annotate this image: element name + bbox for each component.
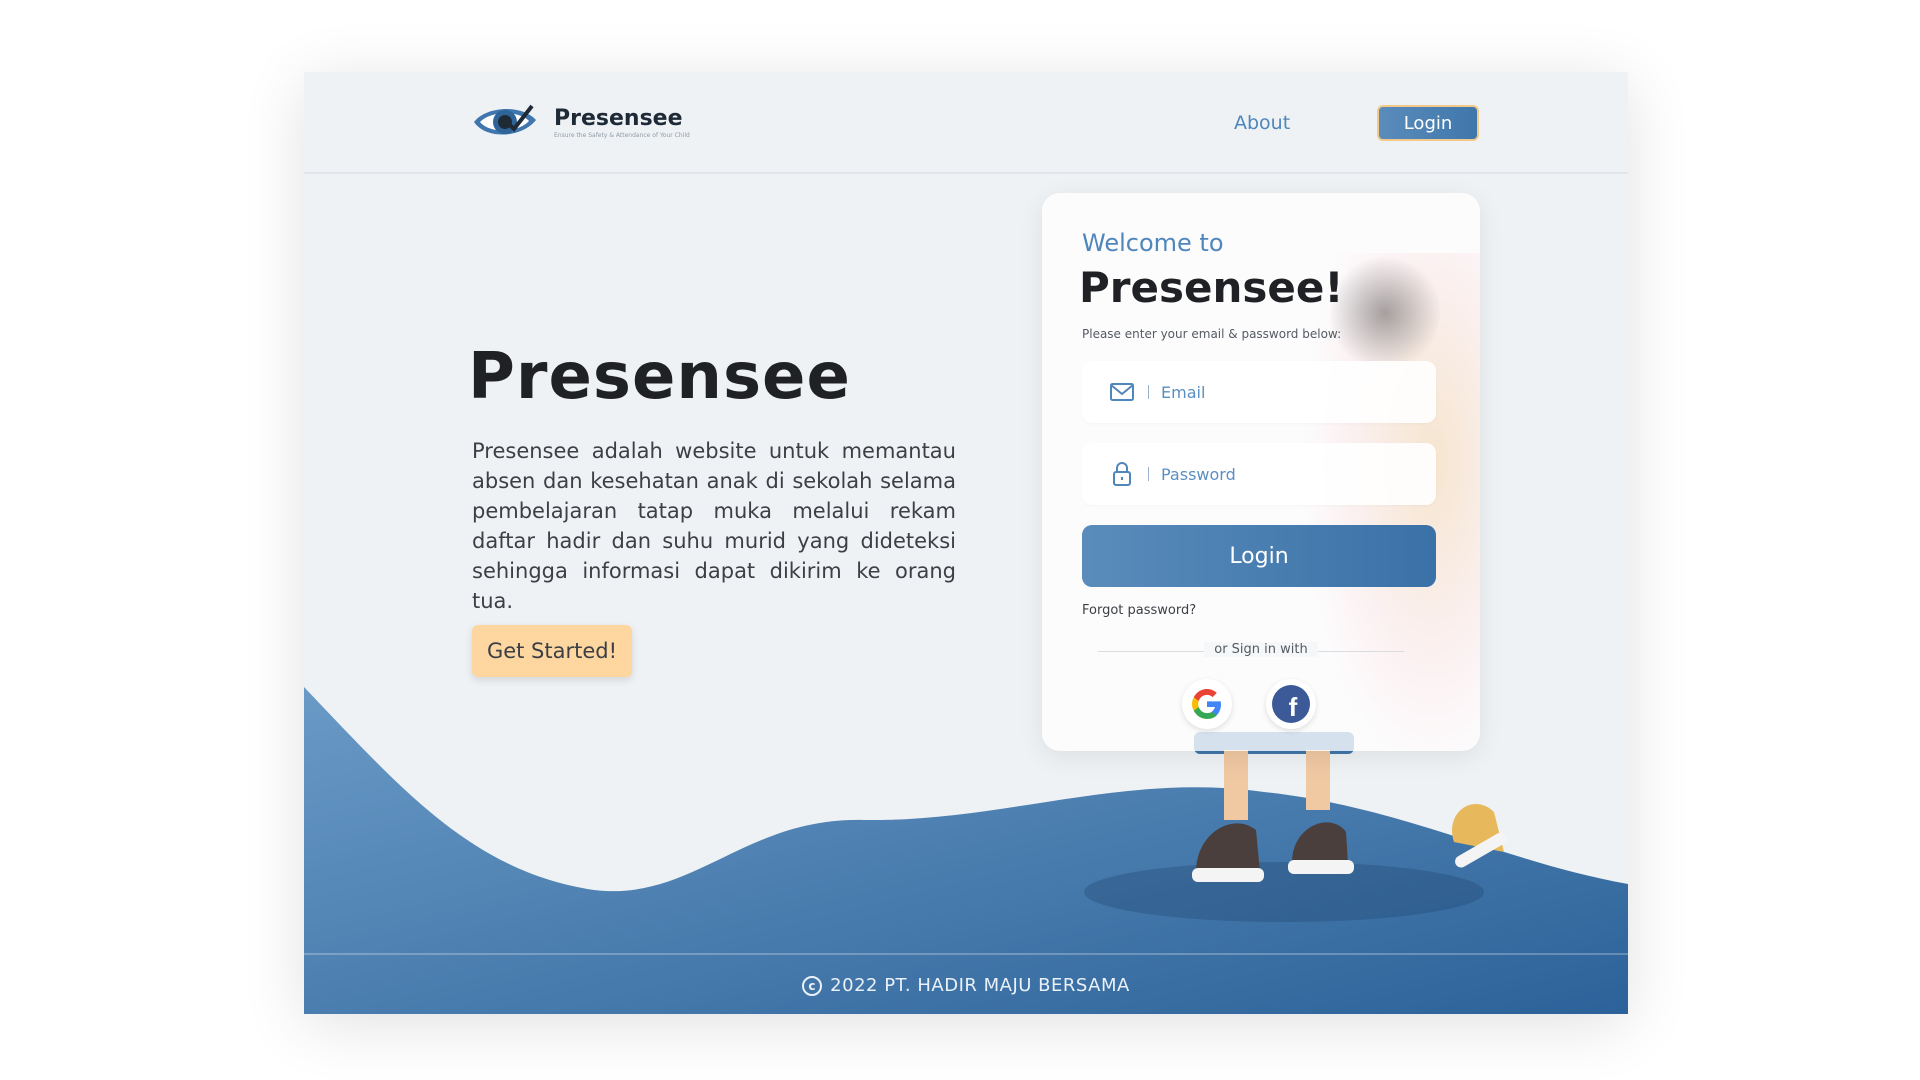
field-separator bbox=[1148, 467, 1149, 481]
google-icon bbox=[1192, 689, 1221, 719]
app-frame: Presensee Ensure the Safety & Attendance… bbox=[304, 72, 1628, 1014]
card-background-blur-head bbox=[1330, 253, 1440, 373]
hero-title: Presensee bbox=[468, 340, 851, 414]
hero-description: Presensee adalah website untuk memantau … bbox=[472, 439, 956, 613]
footer-divider bbox=[304, 953, 1628, 955]
password-input[interactable] bbox=[1161, 464, 1411, 484]
get-started-button[interactable]: Get Started! bbox=[472, 625, 632, 677]
nav-about-link[interactable]: About bbox=[1234, 112, 1290, 134]
copyright-icon: c bbox=[802, 975, 823, 996]
password-field[interactable] bbox=[1082, 443, 1436, 505]
brand-name: Presensee bbox=[554, 105, 683, 131]
welcome-text: Welcome to bbox=[1082, 229, 1224, 257]
card-subtitle: Please enter your email & password below… bbox=[1082, 327, 1342, 341]
field-separator bbox=[1148, 385, 1149, 399]
facebook-sign-in-button[interactable]: f bbox=[1266, 679, 1316, 729]
google-sign-in-button[interactable] bbox=[1182, 679, 1232, 729]
card-title: Presensee! bbox=[1079, 263, 1344, 312]
logo[interactable]: Presensee Ensure the Safety & Attendance… bbox=[472, 100, 690, 144]
forgot-password-link[interactable]: Forgot password? bbox=[1082, 603, 1196, 618]
brand-tagline: Ensure the Safety & Attendance of Your C… bbox=[554, 131, 690, 139]
eye-logo-icon bbox=[474, 104, 536, 135]
email-field[interactable] bbox=[1082, 361, 1436, 423]
lock-icon bbox=[1113, 462, 1131, 486]
email-input[interactable] bbox=[1161, 382, 1411, 402]
character-illustration bbox=[1084, 732, 1507, 922]
top-navbar: Presensee Ensure the Safety & Attendance… bbox=[304, 72, 1628, 174]
mail-icon bbox=[1110, 383, 1134, 401]
facebook-icon: f bbox=[1272, 685, 1310, 723]
footer: c 2022 PT. HADIR MAJU BERSAMA bbox=[304, 975, 1628, 996]
login-button[interactable]: Login bbox=[1082, 525, 1436, 587]
login-card: Welcome to Presensee! Please enter your … bbox=[1042, 193, 1480, 751]
nav-login-button[interactable]: Login bbox=[1377, 105, 1479, 141]
or-sign-in-text: or Sign in with bbox=[1042, 642, 1480, 657]
or-sign-in-label: or Sign in with bbox=[1204, 642, 1318, 657]
footer-text: 2022 PT. HADIR MAJU BERSAMA bbox=[830, 975, 1130, 996]
